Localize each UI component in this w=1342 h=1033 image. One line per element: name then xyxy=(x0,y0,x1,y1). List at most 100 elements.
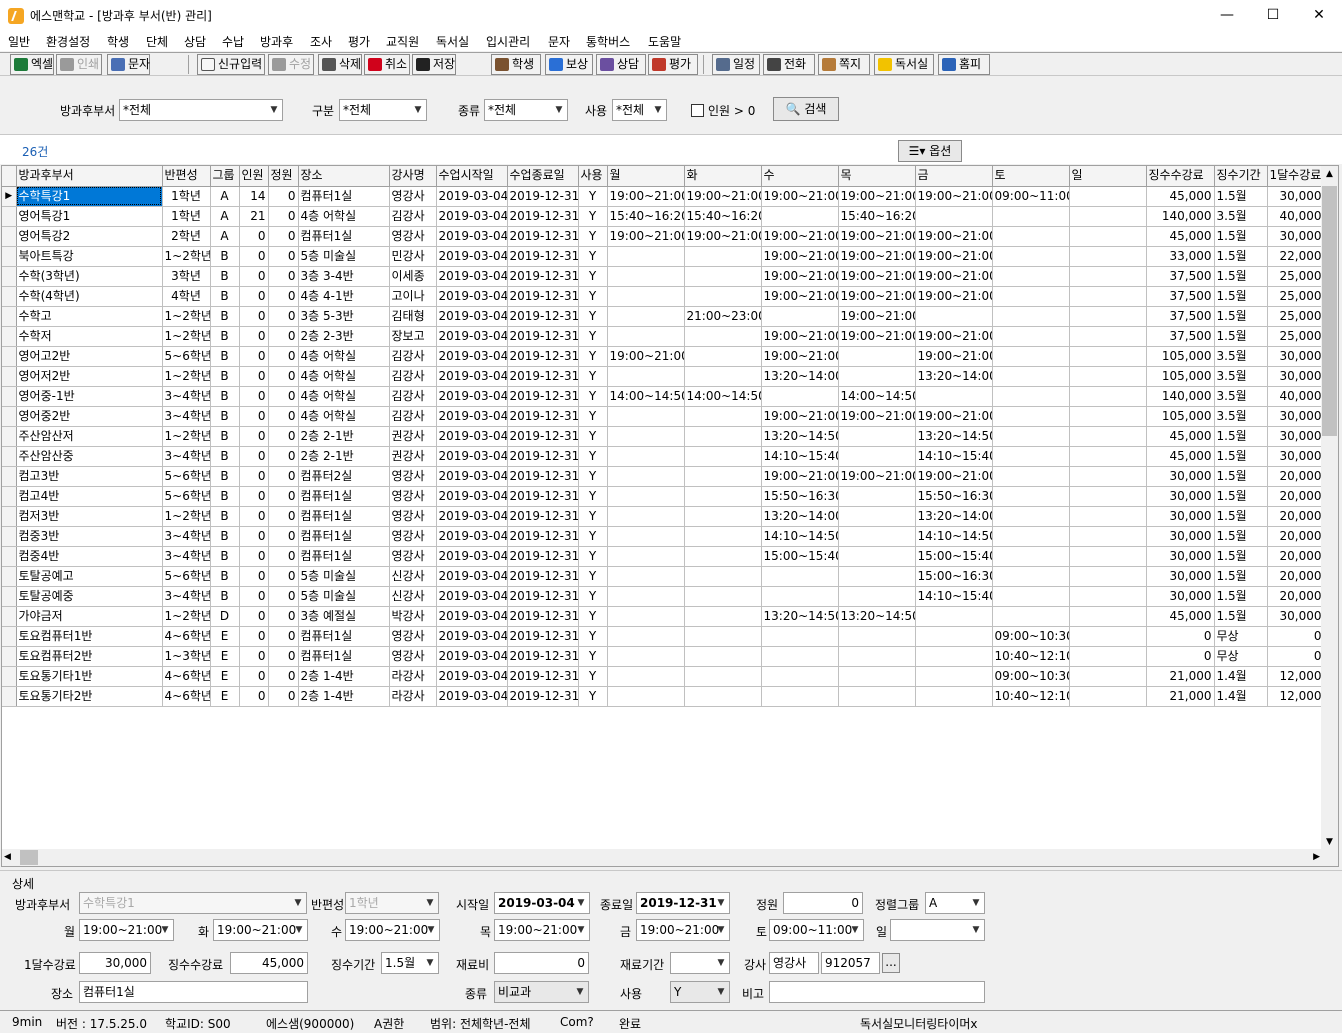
table-cell[interactable]: 영강사 xyxy=(389,646,437,667)
table-cell[interactable]: 1~2학년 xyxy=(162,326,211,347)
table-cell[interactable]: 37,500 xyxy=(1146,266,1215,287)
table-cell[interactable]: 0 xyxy=(268,346,299,367)
table-cell[interactable]: 105,000 xyxy=(1146,346,1215,367)
table-cell[interactable]: 영강사 xyxy=(389,546,437,567)
table-cell[interactable]: 무상 xyxy=(1214,626,1268,647)
row-indicator[interactable] xyxy=(2,406,17,427)
table-cell[interactable] xyxy=(684,586,762,607)
table-cell[interactable]: 0 xyxy=(268,666,299,687)
table-cell[interactable]: 0 xyxy=(239,386,269,407)
table-cell[interactable]: 15:00~15:40 xyxy=(761,546,839,567)
table-cell[interactable]: 19:00~21:00 xyxy=(838,286,916,307)
table-cell[interactable] xyxy=(607,326,685,347)
table-cell[interactable]: 19:00~21:00 xyxy=(915,186,993,207)
table-cell[interactable] xyxy=(1069,186,1147,207)
table-cell[interactable]: 12,000 xyxy=(1267,666,1325,687)
table-cell[interactable] xyxy=(838,346,916,367)
table-cell[interactable]: 30,000 xyxy=(1146,546,1215,567)
table-cell[interactable] xyxy=(761,386,839,407)
table-cell[interactable]: 북아트특강 xyxy=(16,246,163,267)
column-header[interactable]: 일 xyxy=(1069,166,1147,187)
table-cell[interactable]: 0 xyxy=(239,326,269,347)
table-cell[interactable] xyxy=(1069,306,1147,327)
table-cell[interactable]: 컴퓨터1실 xyxy=(298,526,390,547)
detail-sat-select[interactable]: 09:00~11:00 ▼ xyxy=(769,919,864,941)
detail-cap-field[interactable]: 0 xyxy=(783,892,863,914)
table-cell[interactable]: 김태형 xyxy=(389,306,437,327)
table-cell[interactable] xyxy=(838,546,916,567)
table-cell[interactable]: 37,500 xyxy=(1146,306,1215,327)
table-cell[interactable]: 3.5월 xyxy=(1214,406,1268,427)
detail-fee-field[interactable]: 45,000 xyxy=(230,952,308,974)
table-cell[interactable] xyxy=(684,406,762,427)
table-cell[interactable]: 0 xyxy=(239,666,269,687)
table-cell[interactable]: Y xyxy=(578,446,608,467)
table-cell[interactable]: 0 xyxy=(239,266,269,287)
table-cell[interactable] xyxy=(761,666,839,687)
table-cell[interactable]: 30,000 xyxy=(1267,446,1325,467)
table-cell[interactable]: 09:00~11:00 xyxy=(992,186,1070,207)
table-cell[interactable]: 2층 2-3반 xyxy=(298,326,390,347)
table-cell[interactable]: 김강사 xyxy=(389,206,437,227)
table-cell[interactable]: 1~2학년 xyxy=(162,246,211,267)
row-indicator[interactable] xyxy=(2,566,17,587)
table-cell[interactable] xyxy=(607,466,685,487)
column-header[interactable]: 방과후부서 xyxy=(16,166,163,187)
table-cell[interactable]: 13:20~14:00 xyxy=(761,506,839,527)
count-filter-checkbox[interactable] xyxy=(691,104,704,117)
column-header[interactable]: 강사명 xyxy=(389,166,437,187)
table-cell[interactable]: 30,000 xyxy=(1267,346,1325,367)
table-cell[interactable]: 13:20~14:50 xyxy=(915,426,993,447)
table-cell[interactable] xyxy=(992,406,1070,427)
table-cell[interactable]: 0 xyxy=(239,566,269,587)
table-cell[interactable]: D xyxy=(210,606,240,627)
table-cell[interactable] xyxy=(1069,206,1147,227)
table-cell[interactable]: 컴고3반 xyxy=(16,466,163,487)
table-cell[interactable]: 2019-12-31 xyxy=(507,606,579,627)
table-cell[interactable]: 3층 5-3반 xyxy=(298,306,390,327)
table-cell[interactable]: 권강사 xyxy=(389,426,437,447)
kind-filter-select[interactable]: *전체 ▼ xyxy=(484,99,568,121)
table-cell[interactable] xyxy=(992,546,1070,567)
table-cell[interactable]: 19:00~21:00 xyxy=(761,286,839,307)
table-cell[interactable]: 민강사 xyxy=(389,246,437,267)
table-cell[interactable] xyxy=(992,566,1070,587)
table-cell[interactable]: 19:00~21:00 xyxy=(761,406,839,427)
table-cell[interactable]: 15:00~16:30 xyxy=(915,566,993,587)
table-cell[interactable]: 2019-12-31 xyxy=(507,486,579,507)
table-cell[interactable]: 19:00~21:00 xyxy=(915,406,993,427)
table-cell[interactable] xyxy=(1069,326,1147,347)
toolbar-new-doc-button[interactable]: 신규입력 xyxy=(197,54,265,75)
table-cell[interactable]: 1~2학년 xyxy=(162,606,211,627)
table-cell[interactable] xyxy=(1069,526,1147,547)
table-cell[interactable]: 0 xyxy=(268,426,299,447)
toolbar-trash-button[interactable]: 삭제 xyxy=(318,54,362,75)
table-cell[interactable]: B xyxy=(210,306,240,327)
table-cell[interactable]: 1.5월 xyxy=(1214,286,1268,307)
table-cell[interactable]: 30,000 xyxy=(1146,486,1215,507)
table-cell[interactable]: 2019-12-31 xyxy=(507,626,579,647)
table-cell[interactable] xyxy=(838,586,916,607)
table-cell[interactable]: A xyxy=(210,206,240,227)
table-cell[interactable]: A xyxy=(210,226,240,247)
toolbar-pencil-button[interactable]: 평가 xyxy=(648,54,698,75)
table-cell[interactable]: 45,000 xyxy=(1146,186,1215,207)
table-cell[interactable] xyxy=(992,606,1070,627)
table-cell[interactable] xyxy=(684,346,762,367)
table-cell[interactable] xyxy=(838,686,916,707)
table-cell[interactable]: 19:00~21:00 xyxy=(838,306,916,327)
table-cell[interactable]: 13:20~14:50 xyxy=(838,606,916,627)
table-cell[interactable]: 14:10~14:50 xyxy=(761,526,839,547)
table-cell[interactable] xyxy=(915,646,993,667)
column-header[interactable]: 정원 xyxy=(268,166,299,187)
table-cell[interactable]: 2019-03-04 xyxy=(436,626,508,647)
toolbar-print-button[interactable]: 인쇄 xyxy=(56,54,102,75)
table-cell[interactable]: 5층 미술실 xyxy=(298,586,390,607)
table-cell[interactable]: Y xyxy=(578,566,608,587)
table-cell[interactable]: E xyxy=(210,666,240,687)
table-cell[interactable]: 컴퓨터1실 xyxy=(298,226,390,247)
table-cell[interactable]: 19:00~21:00 xyxy=(684,226,762,247)
table-row[interactable]: 컴저3반 1~2학년 B 0 0 컴퓨터1실 영강사 2019-03-04 2019-12-31… xyxy=(2,506,1325,527)
table-cell[interactable] xyxy=(992,366,1070,387)
table-cell[interactable]: 수학특강1 xyxy=(16,186,163,207)
